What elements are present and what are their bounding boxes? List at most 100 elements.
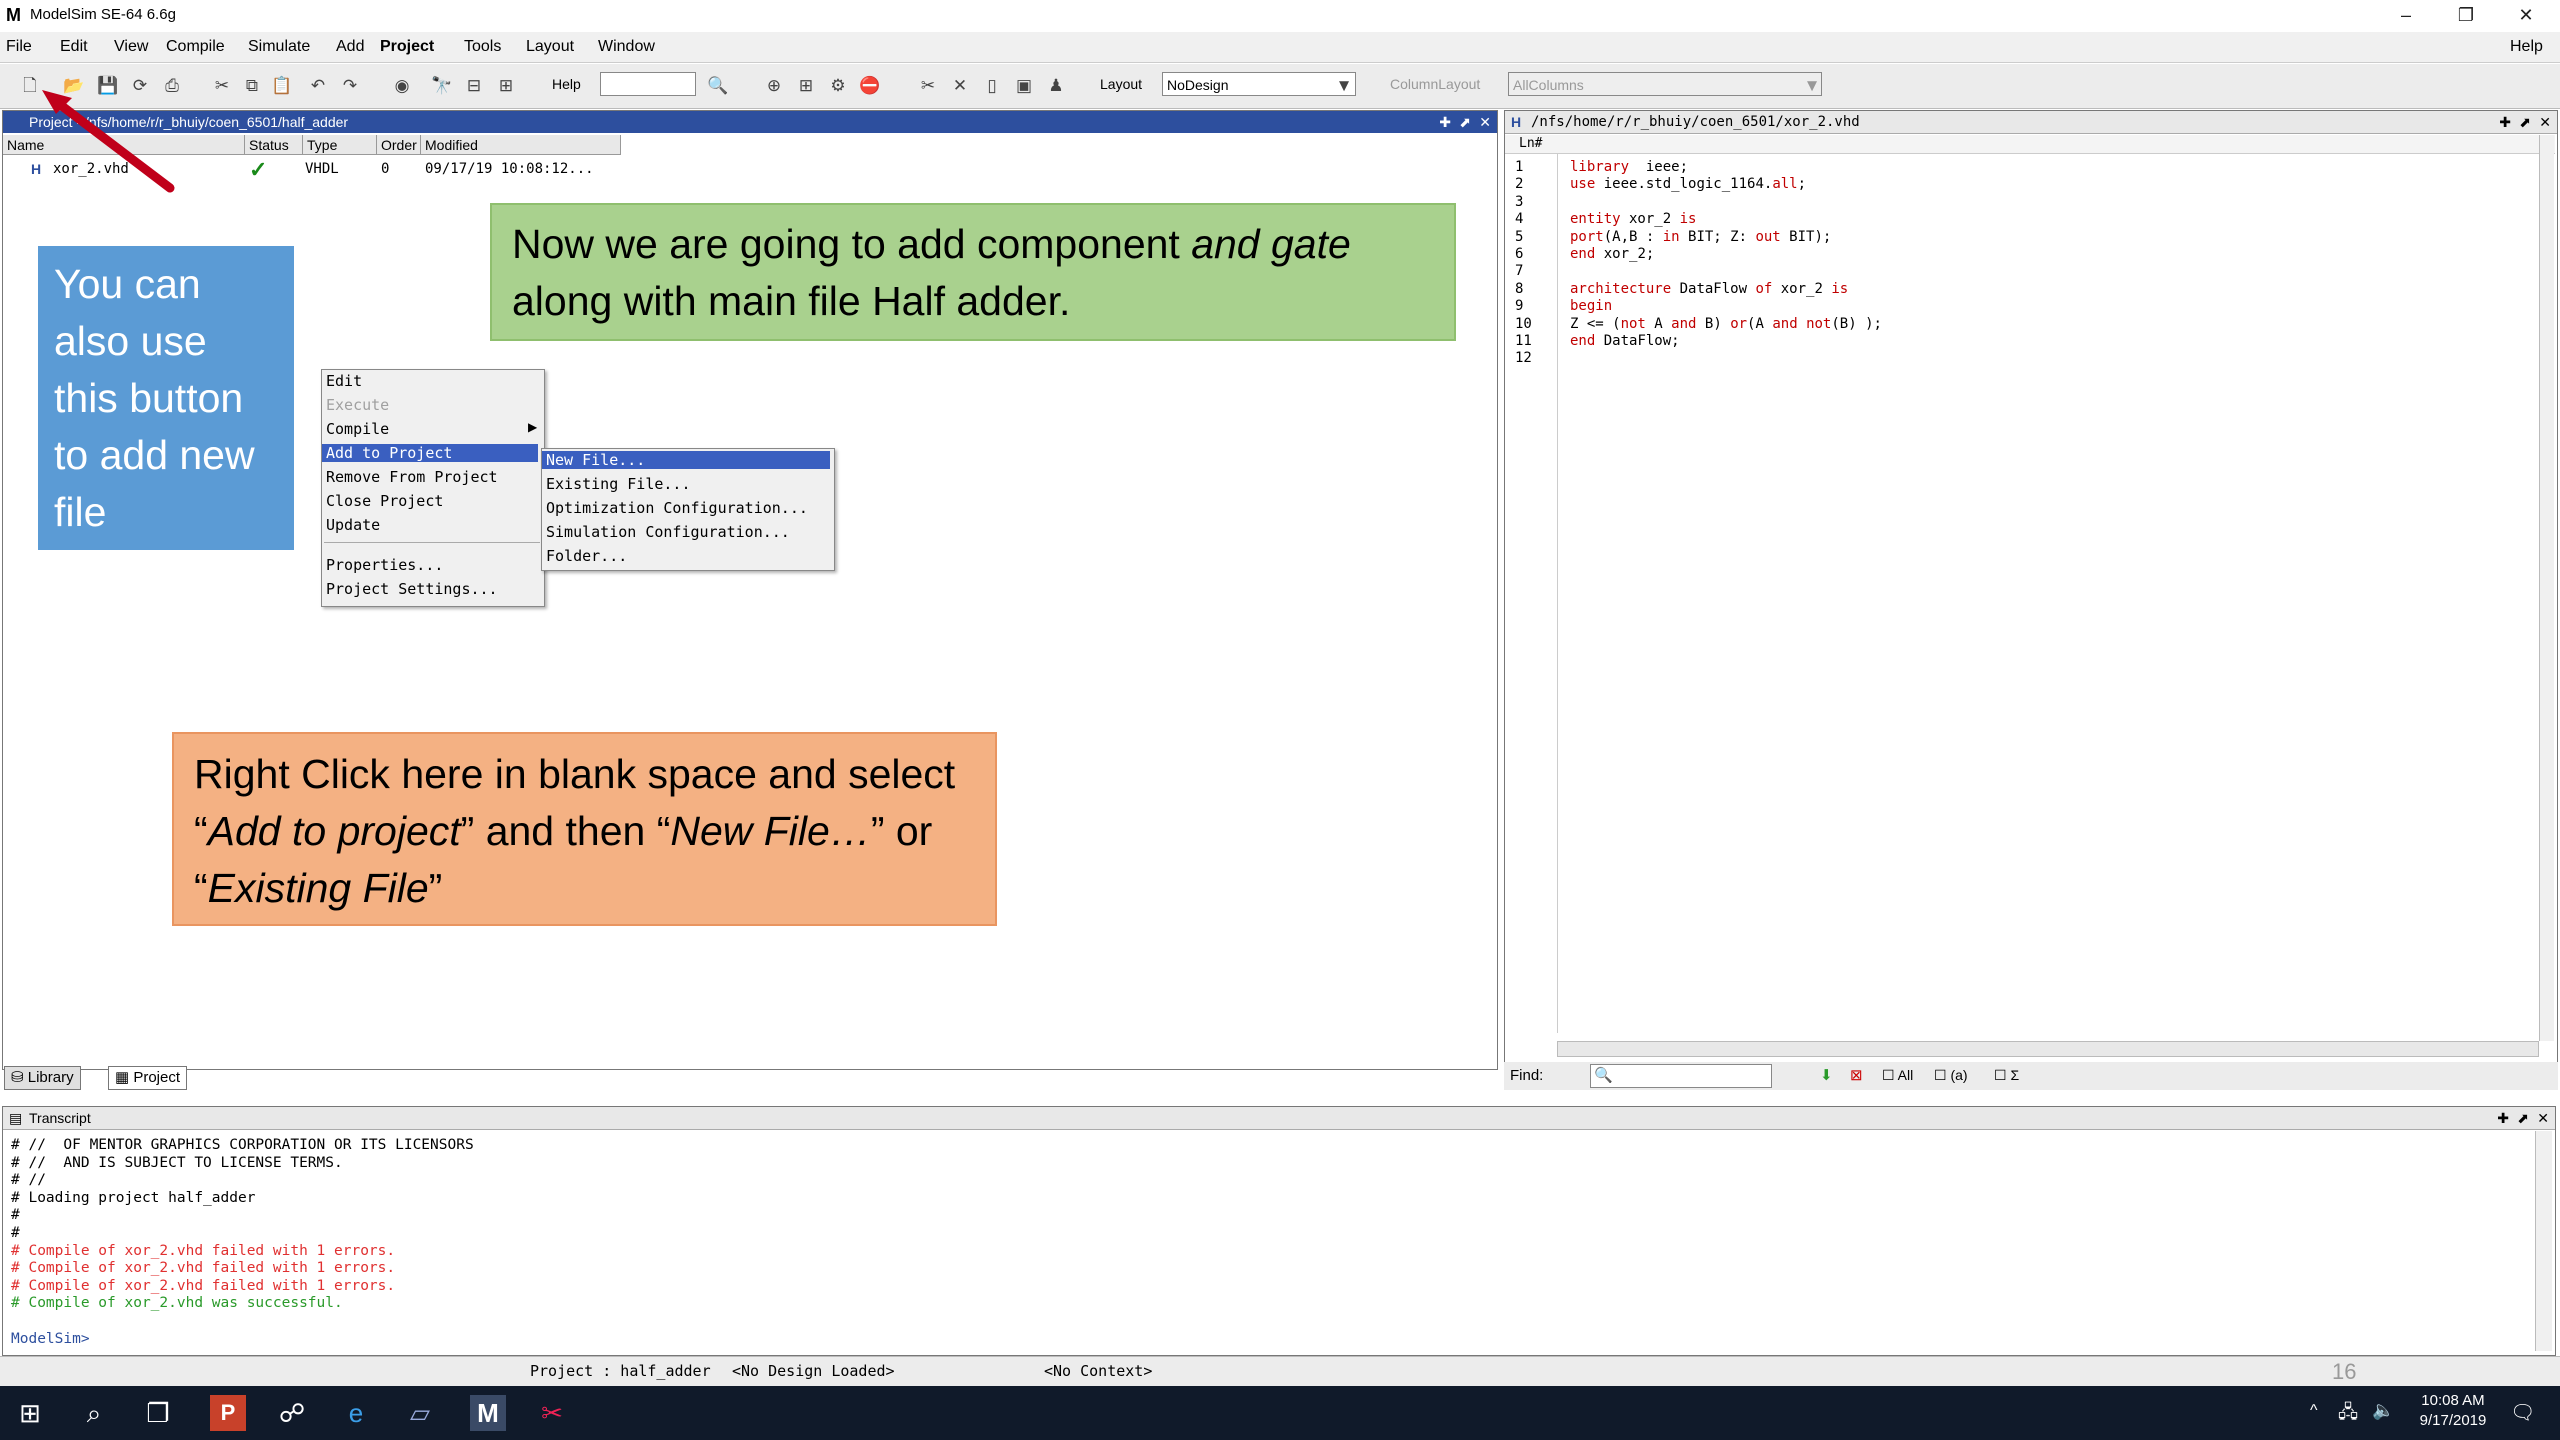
ctx-compile[interactable]: Compile [326,420,389,438]
menu-tools[interactable]: Tools [464,38,501,56]
page-icon[interactable]: ▯ [980,74,1004,98]
close-pane-icon[interactable]: ✕ [2539,111,2551,133]
ctx-add-to-project[interactable]: Add to Project [322,444,538,462]
column-layout-select[interactable]: AllColumns [1508,72,1822,96]
horizontal-scrollbar[interactable] [1557,1041,2539,1057]
simulate-icon[interactable]: ⚙ [826,74,850,98]
snipping-tool-icon[interactable]: ✂ [534,1395,570,1431]
notification-icon[interactable]: 🗨 [2510,1400,2535,1425]
minimize-button[interactable]: – [2376,2,2436,28]
dock-icon[interactable]: ✚ [2499,111,2511,133]
compile-all-icon[interactable]: ⊞ [794,74,818,98]
column-order[interactable]: Order [377,135,421,155]
undock-icon[interactable]: ⬈ [1459,111,1471,133]
close-pane-icon[interactable]: ✕ [2537,1107,2549,1129]
column-modified[interactable]: Modified [421,135,621,155]
compile-icon[interactable]: ⊕ [762,74,786,98]
submenu-new-file[interactable]: New File... [542,451,830,469]
column-status[interactable]: Status [245,135,303,155]
notes-app-icon[interactable]: ▱ [402,1395,438,1431]
find-clear-icon[interactable]: ⊠ [1850,1066,1863,1084]
search-icon[interactable]: ⌕ [76,1395,112,1431]
task-view-icon[interactable]: ❐ [140,1395,176,1431]
page-delete-icon[interactable]: ▣ [1012,74,1036,98]
modelsim-taskbar-icon[interactable]: M [470,1395,506,1431]
undo-icon[interactable]: ↶ [306,74,330,98]
break-icon[interactable]: ⛔ [858,74,882,98]
dock-icon[interactable]: ✚ [1439,111,1451,133]
cut-icon[interactable]: ✂ [210,74,234,98]
redo-icon[interactable]: ↷ [338,74,362,98]
tray-chevron-icon[interactable]: ^ [2310,1402,2318,1420]
find-all-checkbox[interactable]: ☐ All [1882,1067,1913,1084]
submenu-optimization-config[interactable]: Optimization Configuration... [546,499,808,517]
bookmark-icon[interactable]: ◉ [390,74,414,98]
menu-file[interactable]: File [6,38,32,56]
chevron-down-icon[interactable]: ▼ [1800,74,1824,98]
find-next-icon[interactable]: ⬇ [1820,1066,1833,1084]
vertical-scrollbar[interactable] [2535,1131,2552,1351]
code-line[interactable]: end DataFlow; [1570,333,1680,349]
command-prompt[interactable]: ModelSim> [11,1331,90,1347]
code-line[interactable]: port(A,B : in BIT; Z: out BIT); [1570,229,1831,245]
clock-date[interactable]: 9/17/2019 [2408,1412,2498,1429]
code-line[interactable]: architecture DataFlow of xor_2 is [1570,281,1848,297]
windows-start-icon[interactable]: ⊞ [12,1395,48,1431]
close-pane-icon[interactable]: ✕ [1479,111,1491,133]
code-line[interactable]: end xor_2; [1570,246,1654,262]
internet-explorer-icon[interactable]: e [338,1395,374,1431]
submenu-simulation-config[interactable]: Simulation Configuration... [546,523,790,541]
layout-select[interactable]: NoDesign [1162,72,1356,96]
menu-edit[interactable]: Edit [60,38,88,56]
menu-add[interactable]: Add [336,38,364,56]
menu-layout[interactable]: Layout [526,38,574,56]
submenu-folder[interactable]: Folder... [546,547,627,565]
restore-button[interactable]: ❐ [2436,2,2496,28]
delete-icon[interactable]: ✕ [948,74,972,98]
network-icon[interactable]: 🖧 [2338,1400,2358,1430]
submenu-existing-file[interactable]: Existing File... [546,475,691,493]
tab-project[interactable]: ▦ Project [108,1066,188,1090]
ctx-properties[interactable]: Properties... [326,556,443,574]
code-line[interactable]: begin [1570,298,1612,314]
menu-project[interactable]: Project [380,38,434,56]
undock-icon[interactable]: ⬈ [2519,111,2531,133]
code-line[interactable]: library ieee; [1570,159,1688,175]
dock-icon[interactable]: ✚ [2497,1107,2509,1129]
find-input[interactable] [1590,1064,1772,1088]
column-type[interactable]: Type [303,135,377,155]
paste-icon[interactable]: 📋 [270,74,294,98]
code-line[interactable]: Z <= (not A and B) or(A and not(B) ); [1570,316,1882,332]
menu-help[interactable]: Help [2510,38,2543,56]
tab-library[interactable]: ⛁ Library [4,1066,81,1090]
find-case-checkbox[interactable]: ☐ (a) [1934,1067,1968,1084]
volume-icon[interactable]: 🔈 [2372,1400,2394,1421]
run-icon[interactable]: ♟ [1044,74,1068,98]
menu-compile[interactable]: Compile [166,38,225,56]
help-search-input[interactable] [600,72,696,96]
clock-time[interactable]: 10:08 AM [2408,1392,2498,1409]
menu-window[interactable]: Window [598,38,655,56]
menu-simulate[interactable]: Simulate [248,38,310,56]
powerpoint-icon[interactable]: P [210,1395,246,1431]
ctx-update[interactable]: Update [326,516,380,534]
remote-desktop-icon[interactable]: ☍ [274,1395,310,1431]
ctx-edit[interactable]: Edit [326,372,362,390]
vertical-scrollbar[interactable] [2539,135,2554,1041]
expand-icon[interactable]: ⊞ [494,74,518,98]
copy-icon[interactable]: ⧉ [240,74,264,98]
code-line[interactable]: entity xor_2 is [1570,211,1696,227]
cut-wave-icon[interactable]: ✂ [916,74,940,98]
find-regex-checkbox[interactable]: ☐ Σ [1994,1067,2019,1084]
menu-view[interactable]: View [114,38,148,56]
find-icon[interactable]: 🔭 [430,74,454,98]
close-button[interactable]: ✕ [2496,2,2556,28]
undock-icon[interactable]: ⬈ [2517,1107,2529,1129]
collapse-icon[interactable]: ⊟ [462,74,486,98]
help-search-icon[interactable]: 🔍 [706,74,730,98]
ctx-close-project[interactable]: Close Project [326,492,443,510]
chevron-down-icon[interactable]: ▼ [1332,74,1356,98]
ctx-project-settings[interactable]: Project Settings... [326,580,498,598]
ctx-execute[interactable]: Execute [326,396,389,414]
code-line[interactable]: use ieee.std_logic_1164.all; [1570,176,1806,192]
